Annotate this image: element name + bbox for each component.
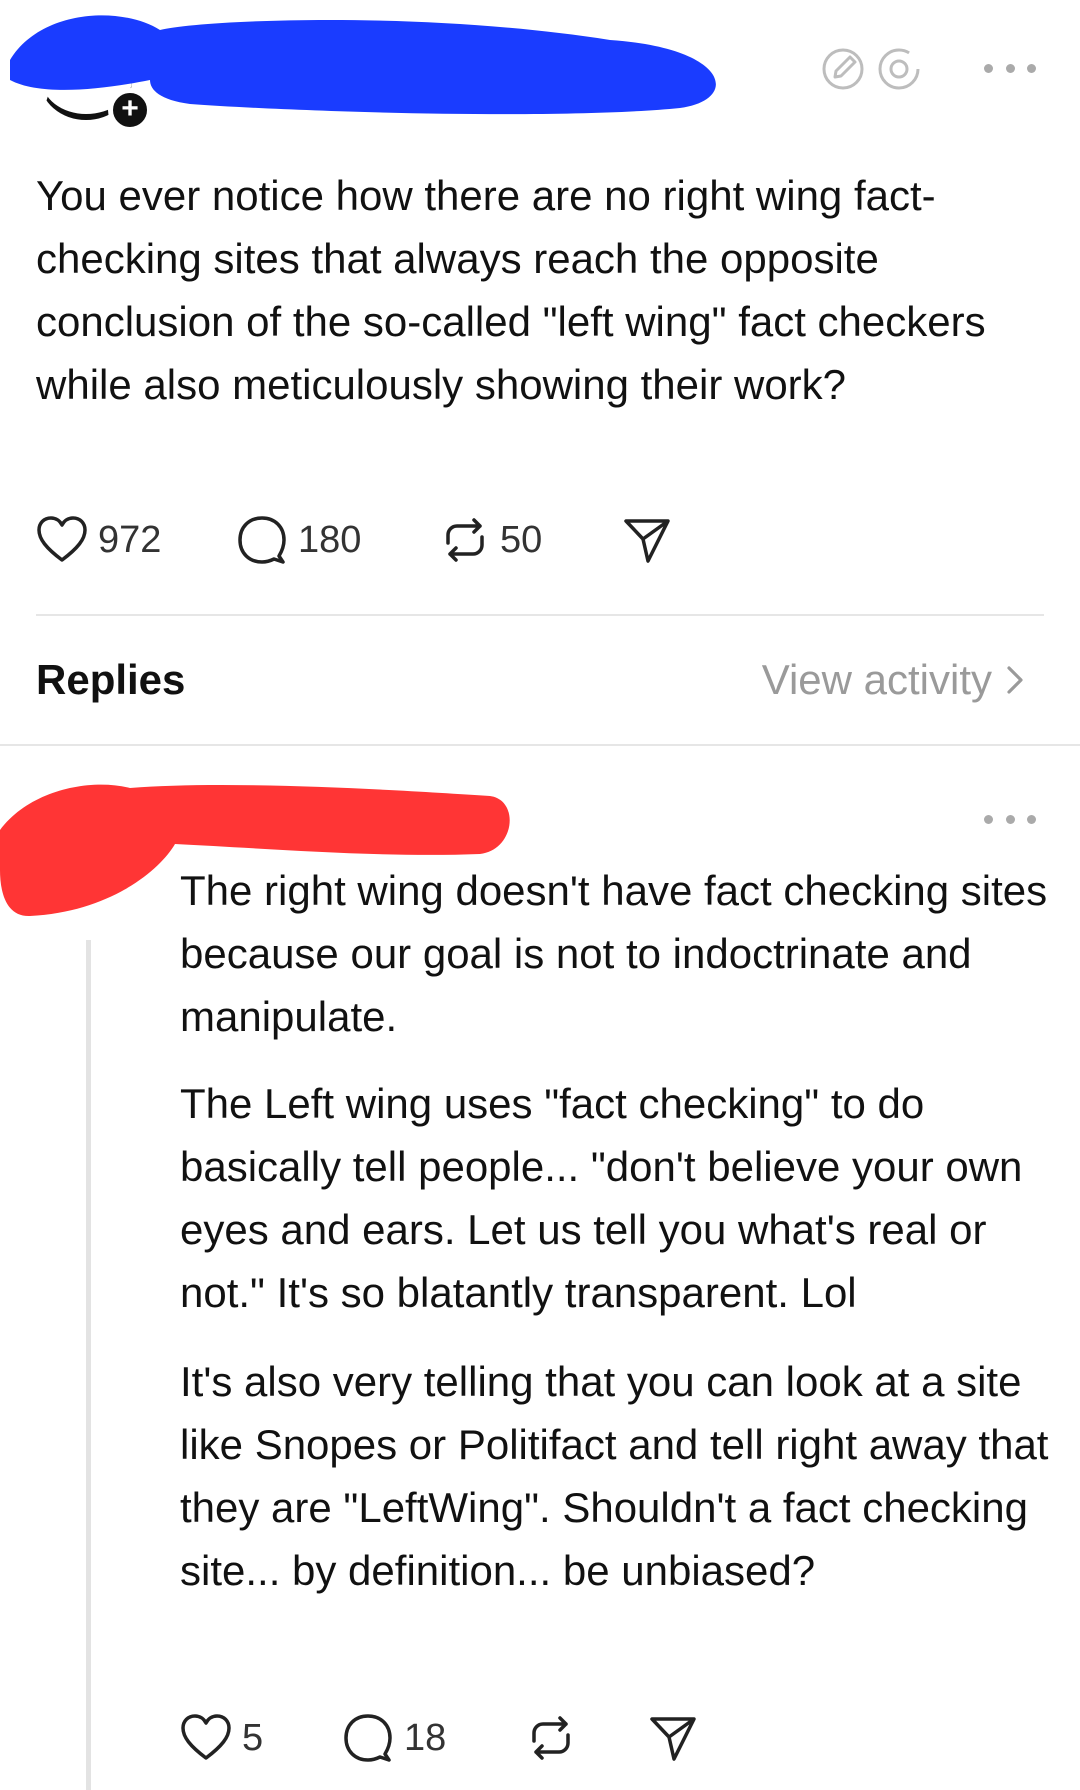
- like-button[interactable]: 972: [36, 515, 236, 565]
- reply-actions: 5 18: [180, 1712, 698, 1764]
- repost-icon: [532, 1716, 570, 1760]
- reply-like-count: 5: [242, 1716, 264, 1759]
- share-button[interactable]: [622, 515, 672, 565]
- reply-share-button[interactable]: [648, 1713, 698, 1763]
- reply-like-button[interactable]: 5: [180, 1713, 342, 1763]
- chevron-right-icon: [1007, 666, 1023, 694]
- replies-label: Replies: [36, 656, 186, 703]
- comment-button[interactable]: 180: [236, 514, 440, 566]
- threads-logo-icon[interactable]: [876, 46, 922, 92]
- repost-count: 50: [500, 518, 543, 561]
- view-activity-link[interactable]: View activity: [762, 656, 1024, 704]
- reply-comment-button[interactable]: 18: [342, 1712, 526, 1764]
- view-activity-label: View activity: [761, 656, 992, 703]
- like-count: 972: [98, 518, 162, 561]
- follow-plus-icon[interactable]: +: [108, 88, 152, 132]
- post-text: You ever notice how there are no right w…: [36, 172, 986, 408]
- comment-icon: [238, 516, 286, 564]
- thread-line: [86, 940, 91, 1790]
- reply-comment-count: 18: [404, 1716, 447, 1759]
- reply-more-icon[interactable]: [984, 809, 1036, 829]
- heart-icon: [37, 516, 87, 562]
- repost-button[interactable]: 50: [440, 515, 622, 565]
- heart-icon: [181, 1714, 231, 1760]
- post-divider: [36, 614, 1044, 616]
- more-icon[interactable]: [984, 58, 1036, 78]
- comment-icon: [344, 1714, 392, 1762]
- reply-repost-button[interactable]: [526, 1713, 648, 1763]
- reply-paragraph-1: The right wing doesn't have fact checkin…: [180, 867, 1048, 1040]
- repost-icon: [446, 518, 484, 562]
- edit-note-icon[interactable]: [820, 46, 866, 92]
- post-actions: 972 180 50: [36, 514, 672, 566]
- share-icon: [650, 1717, 696, 1761]
- replies-divider: [0, 744, 1080, 746]
- reply-paragraph-3: It's also very telling that you can look…: [180, 1358, 1049, 1594]
- reply-paragraph-2: The Left wing uses "fact checking" to do…: [180, 1080, 1023, 1316]
- share-icon: [624, 519, 670, 563]
- comment-count: 180: [298, 518, 362, 561]
